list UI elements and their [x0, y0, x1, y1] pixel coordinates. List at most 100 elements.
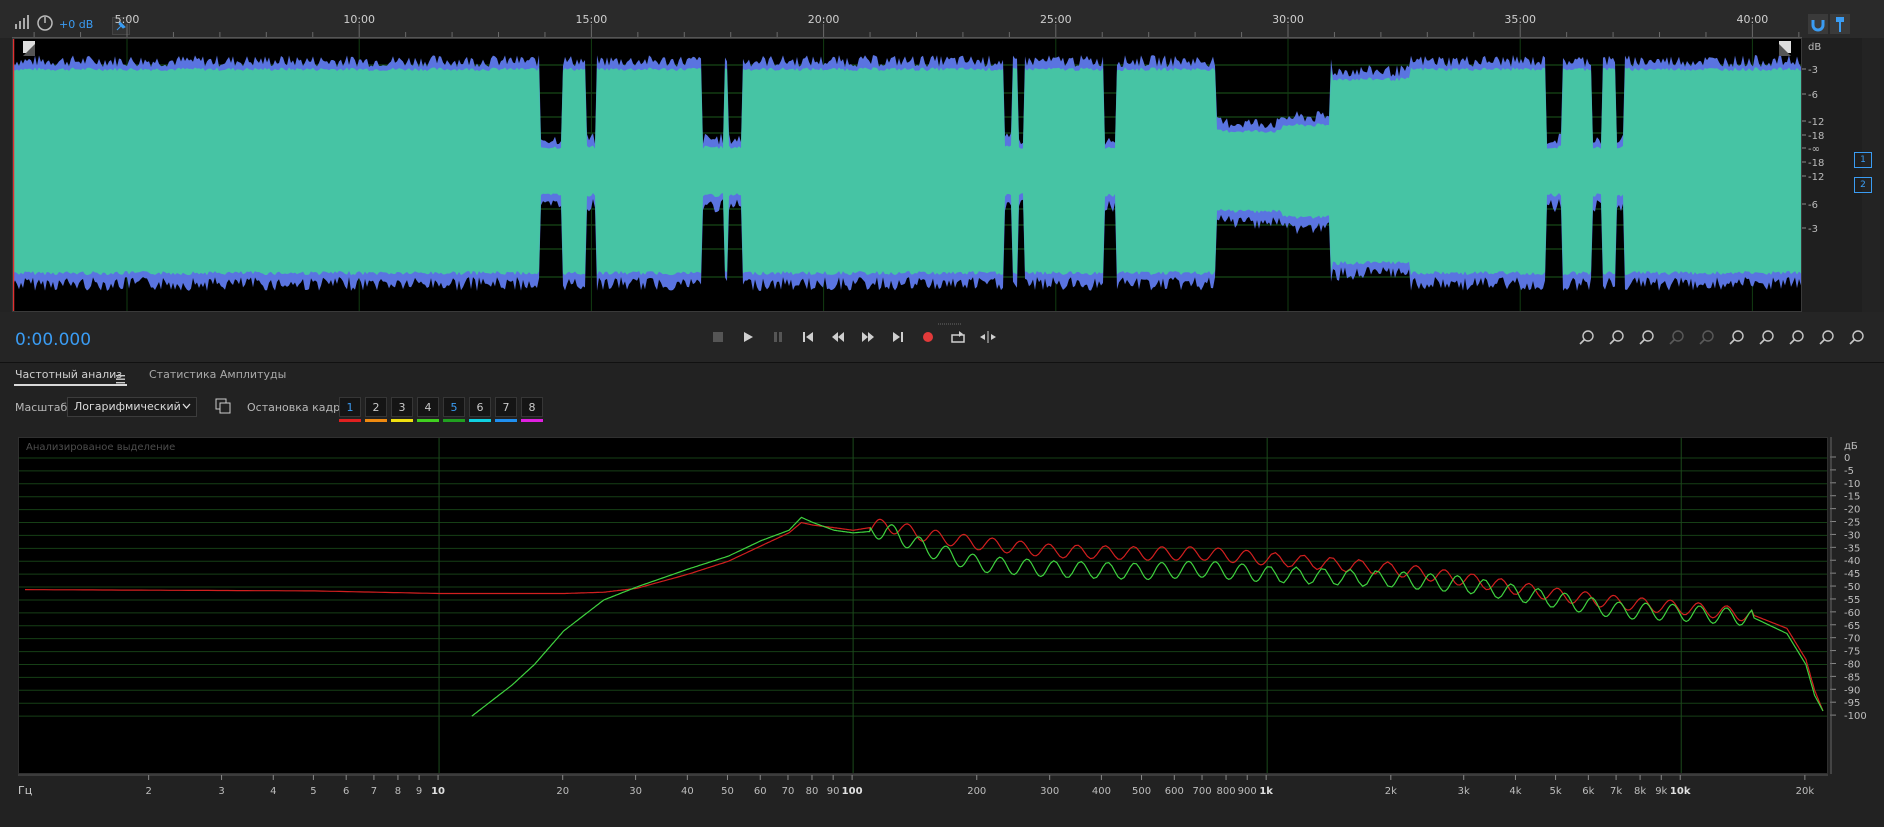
frequency-label: 20: [556, 786, 569, 797]
waveform-db-label: -18: [1808, 158, 1824, 169]
waveform-display[interactable]: [12, 38, 1802, 312]
freeze-frame-slot-1[interactable]: 1: [339, 397, 361, 417]
zoom-settings-icon[interactable]: [1844, 324, 1870, 350]
frequency-label: 10k: [1670, 786, 1691, 797]
waveform-db-label: -12: [1808, 172, 1824, 183]
frequency-label: 1k: [1259, 786, 1273, 797]
frequency-label: 9: [416, 786, 422, 797]
zoom-out-full-disabled-icon[interactable]: [1664, 324, 1690, 350]
frequency-label: 600: [1165, 786, 1184, 797]
freeze-frame-color-8: [521, 419, 543, 422]
freeze-frame-slot-6[interactable]: 6: [469, 397, 491, 417]
fade-out-handle-icon[interactable]: [1779, 41, 1791, 56]
freeze-frame-slot-4[interactable]: 4: [417, 397, 439, 417]
go-to-end-button[interactable]: [885, 324, 911, 350]
freeze-frame-slots: 12345678: [339, 397, 549, 425]
zoom-toolbar: [1574, 324, 1874, 350]
frequency-label: 7k: [1610, 786, 1622, 797]
waveform-db-label: -3: [1808, 224, 1818, 235]
channel-1-toggle[interactable]: 1: [1854, 152, 1872, 168]
frequency-label: 300: [1040, 786, 1059, 797]
ruler-label: 40:00: [1737, 14, 1769, 26]
waveform-channel-1: [13, 67, 1801, 171]
db-axis-label: -70: [1844, 634, 1860, 645]
stop-button[interactable]: [705, 324, 731, 350]
ruler-label: 20:00: [808, 14, 840, 26]
marker-pin-icon[interactable]: [1830, 14, 1850, 34]
fast-forward-button[interactable]: [855, 324, 881, 350]
freeze-frame-slot-2[interactable]: 2: [365, 397, 387, 417]
waveform-db-label: -18: [1808, 131, 1824, 142]
skip-selection-button[interactable]: [975, 324, 1001, 350]
scale-dropdown[interactable]: Логарифмический: [67, 397, 197, 417]
freeze-frame-color-3: [391, 419, 413, 422]
frequency-label: 5: [310, 786, 316, 797]
frequency-label: 5k: [1549, 786, 1561, 797]
db-axis-label: 0: [1844, 453, 1850, 464]
go-to-start-button[interactable]: [795, 324, 821, 350]
fade-in-handle-icon[interactable]: [23, 41, 35, 56]
pause-button[interactable]: [765, 324, 791, 350]
freeze-frame-slot-8[interactable]: 8: [521, 397, 543, 417]
zoom-out-amplitude-icon[interactable]: [1604, 324, 1630, 350]
frequency-label: 200: [967, 786, 986, 797]
time-ruler[interactable]: 5:0010:0015:0020:0025:0030:0035:0040:004…: [12, 14, 1802, 38]
frequency-label: 900: [1238, 786, 1257, 797]
ruler-label: 5:00: [115, 14, 140, 26]
waveform-db-label: -3: [1808, 65, 1818, 76]
db-axis-label: -95: [1844, 698, 1860, 709]
frequency-label: 400: [1092, 786, 1111, 797]
freeze-frame-slot-3[interactable]: 3: [391, 397, 413, 417]
freeze-frame-slot-7[interactable]: 7: [495, 397, 517, 417]
frequency-label: 50: [721, 786, 734, 797]
record-button[interactable]: [915, 324, 941, 350]
zoom-fit-icon[interactable]: [1814, 324, 1840, 350]
freeze-frame-slot-5[interactable]: 5: [443, 397, 465, 417]
freeze-frame-color-4: [417, 419, 439, 422]
rewind-button[interactable]: [825, 324, 851, 350]
db-axis-label: -90: [1844, 685, 1860, 696]
waveform-db-label: -12: [1808, 117, 1824, 128]
db-axis-label: -15: [1844, 492, 1860, 503]
zoom-reset-disabled-icon[interactable]: [1694, 324, 1720, 350]
zoom-to-selection-icon[interactable]: [1634, 324, 1660, 350]
tab-frequency-analysis[interactable]: Частотный анализ: [15, 368, 122, 381]
panel-menu-icon[interactable]: [116, 369, 128, 384]
frequency-spectrum-plot[interactable]: Анализированое выделение: [18, 437, 1828, 774]
frequency-label: 30: [629, 786, 642, 797]
snap-magnet-icon[interactable]: [1808, 14, 1828, 34]
frequency-label: 2k: [1385, 786, 1397, 797]
db-axis-label: -100: [1844, 711, 1867, 722]
current-time-display[interactable]: 0:00.000: [15, 330, 91, 350]
db-axis-label: -60: [1844, 608, 1860, 619]
frequency-label: 7: [371, 786, 377, 797]
db-axis-label: -40: [1844, 556, 1860, 567]
frequency-label: 3k: [1458, 786, 1470, 797]
spectrum-db-axis: дБ 0 -5 -10 -15 -20 -25 -30 -35 -40 -45 -50 -55 -60 -6…: [1830, 437, 1884, 774]
waveform-db-scale: dB -3 -6 -12 -18 -∞ -18 -12 -6 -3: [1802, 38, 1862, 312]
zoom-in-amplitude-icon[interactable]: [1574, 324, 1600, 350]
waveform-db-label: -6: [1808, 200, 1818, 211]
zoom-in-time-icon[interactable]: [1754, 324, 1780, 350]
spectrum-caption: Анализированое выделение: [26, 442, 176, 453]
db-axis-label: -75: [1844, 647, 1860, 658]
zoom-in-left-icon[interactable]: [1724, 324, 1750, 350]
zoom-out-time-icon[interactable]: [1784, 324, 1810, 350]
resize-grip-icon[interactable]: [938, 312, 962, 325]
freeze-frame-color-7: [495, 419, 517, 422]
play-button[interactable]: [735, 324, 761, 350]
frequency-label: 700: [1192, 786, 1211, 797]
db-axis-label: -50: [1844, 582, 1860, 593]
db-axis-label: -45: [1844, 569, 1860, 580]
freeze-frame-color-2: [365, 419, 387, 422]
frequency-label: 100: [842, 786, 863, 797]
tab-amplitude-statistics[interactable]: Статистика Амплитуды: [149, 368, 286, 381]
ruler-label: 25:00: [1040, 14, 1072, 26]
frequency-label: 20k: [1796, 786, 1815, 797]
channel-2-toggle[interactable]: 2: [1854, 177, 1872, 193]
frequency-unit-label: Гц: [18, 784, 32, 797]
frequency-label: 6: [343, 786, 349, 797]
loop-playback-button[interactable]: [945, 324, 971, 350]
freeze-options-icon[interactable]: [215, 398, 231, 414]
freeze-frame-color-5: [443, 419, 465, 422]
